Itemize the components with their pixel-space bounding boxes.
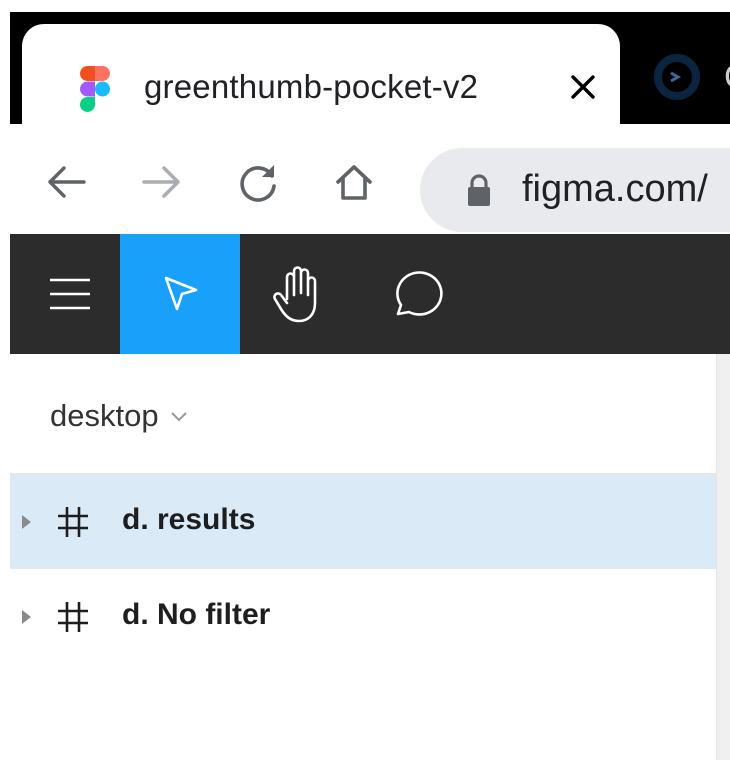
tab-favicon-icon[interactable] [654,54,700,100]
frame-icon [58,602,88,632]
hamburger-menu-icon [50,278,90,310]
back-arrow-icon[interactable] [44,160,88,204]
expand-caret-icon[interactable] [20,513,32,531]
chevron-down-icon [170,412,187,422]
second-tab-label[interactable]: C [722,56,730,96]
navigation-bar: figma.com/ [10,124,730,234]
hand-tool-button[interactable] [240,234,360,354]
forward-arrow-icon[interactable] [140,160,184,204]
figma-logo-icon [80,66,110,112]
lock-icon [468,174,490,206]
browser-window: greenthumb-pocket-v2 C [10,12,730,760]
layer-row-no-filter[interactable]: d. No filter [10,570,716,664]
active-tab[interactable]: greenthumb-pocket-v2 [10,24,656,148]
home-icon[interactable] [332,160,376,204]
cursor-arrow-icon [164,276,198,311]
layer-row-results[interactable]: d. results [10,475,716,569]
comment-tool-button[interactable] [356,234,476,354]
figma-toolbar [10,234,730,354]
layer-name: d. results [122,503,256,536]
page-selector[interactable]: desktop [50,398,189,434]
move-tool-button[interactable] [120,234,240,354]
scrollbar[interactable] [716,354,730,760]
layer-name: d. No filter [122,598,271,631]
reload-icon[interactable] [236,160,280,204]
page-name: desktop [50,398,159,433]
url-text: figma.com/ [522,168,708,210]
tab-strip: greenthumb-pocket-v2 C [10,12,730,148]
svg-text:C: C [724,58,730,96]
tab-title: greenthumb-pocket-v2 [144,68,544,106]
close-icon[interactable] [566,70,600,104]
address-bar[interactable]: figma.com/ [420,148,730,232]
hand-icon [273,266,317,323]
comment-bubble-icon [396,271,443,316]
main-menu-button[interactable] [10,234,130,354]
expand-caret-icon[interactable] [20,608,32,626]
layers-panel: desktop d. results d. No filter [10,354,716,760]
frame-icon [58,507,88,537]
